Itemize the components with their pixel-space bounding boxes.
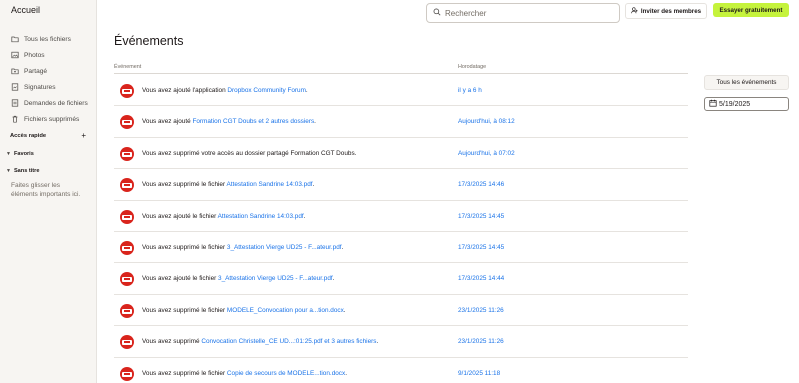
event-link[interactable]: Attestation Sandrine 14:03.pdf [227, 181, 313, 188]
event-description: Vous avez supprimé le fichier 3_Attestat… [142, 243, 344, 251]
add-quick-access-button[interactable]: + [81, 132, 86, 140]
event-timestamp[interactable]: Aujourd'hui, à 07:02 [458, 150, 515, 157]
event-timestamp[interactable]: 17/3/2025 14:46 [458, 181, 504, 188]
event-link[interactable]: 3_Attestation Vierge UD25 - F...ateur.pd… [218, 275, 333, 282]
invite-members-button[interactable]: Inviter des membres [625, 3, 707, 19]
table-row: Vous avez ajouté Formation CGT Doubs et … [114, 106, 688, 138]
page-title: Événements [114, 34, 184, 48]
quick-access-header: Accès rapide + [10, 132, 86, 140]
avatar [120, 240, 134, 255]
table-row: Vous avez supprimé le fichier Copie de s… [114, 358, 688, 383]
avatar [120, 146, 134, 161]
event-description: Vous avez supprimé Convocation Christell… [142, 338, 379, 346]
sidebar: Accueil Tous les fichiers Photos Partagé… [0, 0, 97, 383]
home-link[interactable]: Accueil [11, 5, 40, 15]
column-header-event: Événement [114, 64, 142, 70]
event-timestamp[interactable]: 17/3/2025 14:44 [458, 275, 504, 282]
drop-hint: Faites glisser les éléments importants i… [11, 182, 81, 198]
column-header-timestamp: Horodatage [458, 64, 487, 70]
table-header: Événement Horodatage [114, 60, 688, 74]
event-timestamp[interactable]: 17/3/2025 14:45 [458, 244, 504, 251]
event-link[interactable]: Copie de secours de MODELE...tion.docx [227, 370, 345, 377]
search-icon [433, 8, 445, 18]
event-timestamp[interactable]: Aujourd'hui, à 08:12 [458, 118, 515, 125]
event-link[interactable]: MODELE_Convocation pour a...tion.docx [227, 307, 344, 314]
table-row: Vous avez supprimé le fichier Attestatio… [114, 169, 688, 201]
event-timestamp[interactable]: 23/1/2025 11:26 [458, 338, 504, 345]
event-description: Vous avez ajouté le fichier Attestation … [142, 212, 306, 220]
untitled-toggle[interactable]: ▼ Sans titre [6, 168, 39, 174]
quick-access-label: Accès rapide [10, 133, 47, 139]
sidebar-item-label: Signatures [24, 83, 56, 91]
sidebar-item-label: Demandes de fichiers [24, 99, 88, 107]
sidebar-item-label: Partagé [24, 67, 48, 75]
chevron-down-icon: ▼ [6, 151, 11, 157]
sidebar-item-shared[interactable]: Partagé [10, 63, 94, 79]
try-free-button[interactable]: Essayer gratuitement [713, 3, 789, 17]
event-link[interactable]: 3_Attestation Vierge UD25 - F...ateur.pd… [227, 244, 342, 251]
invite-label: Inviter des membres [640, 7, 702, 15]
date-filter-input[interactable]: 5/19/2025 [704, 97, 789, 111]
table-row: Vous avez supprimé votre accès au dossie… [114, 138, 688, 170]
event-link[interactable]: Attestation Sandrine 14:03.pdf [218, 213, 304, 220]
sidebar-item-deleted-files[interactable]: Fichiers supprimés [10, 111, 94, 127]
sidebar-item-photos[interactable]: Photos [10, 47, 94, 63]
event-description: Vous avez ajouté le fichier 3_Attestatio… [142, 275, 335, 283]
event-type-filter-button[interactable]: Tous les événements [704, 75, 789, 90]
event-description: Vous avez supprimé votre accès au dossie… [142, 149, 357, 157]
event-timestamp[interactable]: 23/1/2025 11:26 [458, 307, 504, 314]
table-row: Vous avez supprimé le fichier 3_Attestat… [114, 232, 688, 264]
sidebar-item-label: Photos [24, 51, 45, 59]
file-request-icon [10, 99, 19, 108]
sidebar-item-file-requests[interactable]: Demandes de fichiers [10, 95, 94, 111]
table-row: Vous avez ajouté le fichier 3_Attestatio… [114, 263, 688, 295]
avatar [120, 178, 134, 193]
event-link[interactable]: Convocation Christelle_CE UD...:01:25.pd… [201, 338, 376, 345]
sidebar-nav: Tous les fichiers Photos Partagé Signatu… [10, 31, 94, 127]
table-row: Vous avez supprimé Convocation Christell… [114, 326, 688, 358]
event-link[interactable]: Dropbox Community Forum [227, 87, 306, 94]
avatar [120, 272, 134, 287]
photos-icon [10, 51, 19, 60]
avatar [120, 209, 134, 224]
events-list: Vous avez ajouté l'application Dropbox C… [114, 75, 688, 383]
avatar [120, 303, 134, 318]
untitled-label: Sans titre [13, 168, 40, 174]
favorites-toggle[interactable]: ▼ Favoris [6, 151, 34, 157]
avatar [120, 84, 134, 98]
search-box[interactable] [426, 3, 620, 23]
event-timestamp[interactable]: 9/1/2025 11:18 [458, 370, 500, 377]
sidebar-item-signatures[interactable]: Signatures [10, 79, 94, 95]
signature-icon [10, 83, 19, 92]
date-value: 5/19/2025 [719, 100, 751, 108]
shared-folder-icon [10, 67, 19, 76]
event-timestamp[interactable]: il y a 6 h [458, 87, 482, 94]
sidebar-item-label: Tous les fichiers [24, 35, 71, 43]
event-description: Vous avez ajouté l'application Dropbox C… [142, 87, 308, 94]
calendar-icon [709, 99, 719, 109]
chevron-down-icon: ▼ [6, 168, 11, 174]
sidebar-item-label: Fichiers supprimés [24, 115, 80, 123]
table-row: Vous avez ajouté le fichier Attestation … [114, 201, 688, 232]
avatar [120, 366, 134, 381]
event-link[interactable]: Formation CGT Doubs et 2 autres dossiers [192, 118, 314, 125]
table-row: Vous avez ajouté l'application Dropbox C… [114, 75, 688, 107]
avatar [120, 335, 134, 350]
sidebar-item-all-files[interactable]: Tous les fichiers [10, 31, 94, 47]
add-person-icon [631, 6, 641, 16]
avatar [120, 115, 134, 130]
event-description: Vous avez supprimé le fichier MODELE_Con… [142, 306, 346, 314]
folder-icon [10, 35, 19, 44]
trash-icon [10, 115, 19, 124]
event-description: Vous avez ajouté Formation CGT Doubs et … [142, 118, 316, 126]
event-timestamp[interactable]: 17/3/2025 14:45 [458, 213, 504, 220]
search-input[interactable] [445, 8, 605, 18]
event-description: Vous avez supprimé le fichier Attestatio… [142, 181, 315, 189]
favorites-label: Favoris [13, 151, 34, 157]
event-description: Vous avez supprimé le fichier Copie de s… [142, 369, 347, 377]
table-row: Vous avez supprimé le fichier MODELE_Con… [114, 295, 688, 327]
